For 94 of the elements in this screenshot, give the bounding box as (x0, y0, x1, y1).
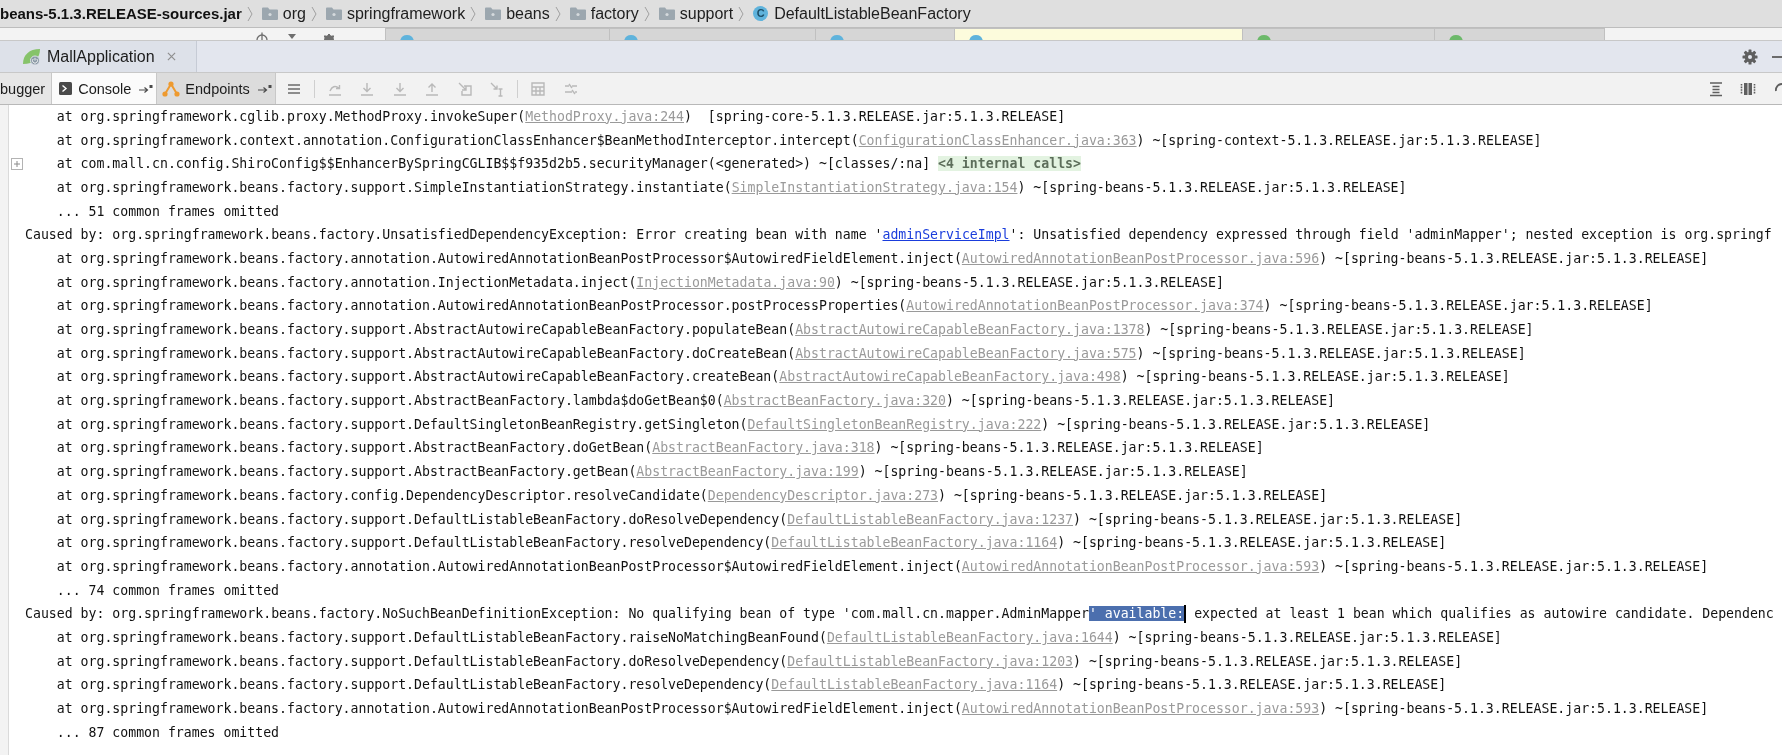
source-link[interactable]: AbstractAutowireCapableBeanFactory.java:575 (795, 345, 1137, 361)
run-tab[interactable]: MallApplication (0, 41, 197, 72)
console-line: ... 51 common frames omitted (56, 202, 280, 221)
source-link[interactable]: DefaultListableBeanFactory.java:1164 (771, 677, 1058, 693)
source-link[interactable]: InjectionMetadata.java:90 (636, 274, 835, 290)
breadcrumb-item[interactable]: support (679, 4, 734, 23)
folder-icon (658, 7, 675, 20)
source-link[interactable]: AbstractBeanFactory.java:199 (636, 464, 859, 480)
dropdown-arrow-icon[interactable] (288, 34, 296, 39)
console-line: Caused by: org.springframework.beans.factory.NoSuchBeanDefinitionException: No qualifying bean of type 'com.mall.cn.mapper.AdminMapper' available: expected at least 1 bean which qualifies as autowire candidate. Dependenc (25, 605, 1774, 624)
crosshair-icon[interactable] (256, 32, 268, 40)
chevron-icon (738, 5, 745, 22)
source-link[interactable]: DependencyDescriptor.java:273 (707, 487, 939, 503)
console-line: at org.springframework.beans.factory.support.AbstractBeanFactory.doGetBean(AbstractBeanFactory.java:318) ~[spring-beans-5.1.3.RELEASE.jar:5.1.3.RELEASE] (56, 439, 1264, 458)
tool-tab[interactable]: bugger (0, 73, 53, 104)
console-line: at org.springframework.beans.factory.support.DefaultListableBeanFactory.resolveDependency(DefaultListableBeanFactory.java:1164) ~[spring-beans-5.1.3.RELEASE.jar:5.1.3.RELEASE] (56, 534, 1447, 553)
source-link[interactable]: AutowiredAnnotationBeanPostProcessor.java:593 (961, 701, 1320, 717)
console-line: at org.springframework.beans.factory.support.AbstractBeanFactory.lambda$doGetBean$0(AbstractBeanFactory.java:320) ~[spring-beans-5.1.3.RELEASE.jar:5.1.3.RELEASE] (56, 392, 1336, 411)
console-line: at org.springframework.beans.factory.support.AbstractBeanFactory.getBean(AbstractBeanFactory.java:199) ~[spring-beans-5.1.3.RELEASE.jar:5.1.3.RELEASE] (56, 463, 1248, 482)
chevron-icon (246, 5, 253, 22)
lines-icon[interactable] (1708, 80, 1724, 97)
source-link[interactable]: ConfigurationClassEnhancer.java:363 (858, 132, 1137, 148)
console-line: at org.springframework.beans.factory.support.AbstractAutowireCapableBeanFactory.populateBean(AbstractAutowireCapableBeanFactory.java:1378) ~[spring-beans-5.1.3.RELEASE.jar:5.1.3.RELEASE] (56, 321, 1534, 340)
console-line: at org.springframework.cglib.proxy.MethodProxy.invokeSuper(MethodProxy.java:244) [spring-core-5.1.3.RELEASE.jar:5.1.3.RELEASE] (56, 107, 1066, 126)
chevron-icon (643, 5, 650, 22)
leaf-icon (22, 47, 42, 66)
source-link[interactable]: DefaultListableBeanFactory.java:1164 (771, 535, 1058, 551)
folder-icon (261, 7, 278, 20)
folder-icon (569, 7, 586, 20)
source-link[interactable]: AbstractBeanFactory.java:318 (652, 440, 875, 456)
editor-tab[interactable] (954, 28, 1242, 40)
breadcrumb-item[interactable]: org (282, 4, 306, 23)
class-icon: C (753, 6, 769, 21)
console-line: at org.springframework.beans.factory.support.DefaultListableBeanFactory.raiseNoMatchingBeanFound(DefaultListableBeanFactory.java:1644) ~[spring-beans-5.1.3.RELEASE.jar:5.1.3.RELEASE] (56, 628, 1502, 647)
editor-tab[interactable] (1434, 28, 1605, 40)
gear-icon[interactable] (323, 34, 335, 40)
bean-link[interactable]: adminServiceImpl (882, 227, 1010, 243)
console-line: at org.springframework.beans.factory.annotation.AutowiredAnnotationBeanPostProcessor$AutowiredFieldElement.inject(AutowiredAnnotationBeanPostProcessor.java:593) ~[spring-beans-5.1.3.RELEASE.jar:5.1.3.RELEASE] (56, 557, 1709, 576)
source-link[interactable]: DefaultListableBeanFactory.java:1237 (787, 511, 1074, 527)
console-line: at org.springframework.beans.factory.support.DefaultSingletonBeanRegistry.getSingleton(DefaultSingletonBeanRegistry.java:222) ~[spring-beans-5.1.3.RELEASE.jar:5.1.3.RELEASE] (56, 415, 1431, 434)
editor-tab[interactable] (609, 28, 815, 40)
source-link[interactable]: DefaultListableBeanFactory.java:1644 (826, 629, 1113, 645)
console-line: at org.springframework.beans.factory.annotation.InjectionMetadata.inject(InjectionMetadata.java:90) ~[spring-beans-5.1.3.RELEASE.jar:5.1.3.RELEASE] (56, 273, 1224, 292)
source-link[interactable]: AutowiredAnnotationBeanPostProcessor.java:593 (961, 558, 1320, 574)
console-line: at org.springframework.beans.factory.support.AbstractAutowireCapableBeanFactory.doCreateBean(AbstractAutowireCapableBeanFactory.java:575) ~[spring-beans-5.1.3.RELEASE.jar:5.1.3.RELEASE] (56, 344, 1526, 363)
nodes-icon (162, 80, 181, 97)
console-line: ... 74 common frames omitted (56, 581, 280, 600)
console-line: at org.springframework.beans.factory.support.DefaultListableBeanFactory.doResolveDependency(DefaultListableBeanFactory.java:1203) ~[spring-beans-5.1.3.RELEASE.jar:5.1.3.RELEASE] (56, 652, 1463, 671)
console-line: at org.springframework.beans.factory.annotation.AutowiredAnnotationBeanPostProcessor$AutowiredFieldElement.inject(AutowiredAnnotationBeanPostProcessor.java:593) ~[spring-beans-5.1.3.RELEASE.jar:5.1.3.RELEASE] (56, 700, 1709, 719)
source-link[interactable]: AbstractBeanFactory.java:320 (723, 393, 946, 409)
console-line: at org.springframework.beans.factory.support.AbstractAutowireCapableBeanFactory.createBean(AbstractAutowireCapableBeanFactory.java:498) ~[spring-beans-5.1.3.RELEASE.jar:5.1.3.RELEASE] (56, 368, 1510, 387)
source-link[interactable]: DefaultSingletonBeanRegistry.java:222 (747, 416, 1042, 432)
chevron-icon (470, 5, 477, 22)
settings-icon[interactable] (1742, 48, 1758, 65)
chevron-icon (554, 5, 561, 22)
expand-icon[interactable] (11, 158, 23, 171)
console-line: Caused by: org.springframework.beans.factory.UnsatisfiedDependencyException: Error creating bean with name 'adminServiceImpl': Unsatisfied dependency expressed through field 'adminMapper'; nested exception is org.springf (25, 226, 1772, 245)
console-line: at org.springframework.beans.factory.support.DefaultListableBeanFactory.doResolveDependency(DefaultListableBeanFactory.java:1237) ~[spring-beans-5.1.3.RELEASE.jar:5.1.3.RELEASE] (56, 510, 1463, 529)
editor-tab[interactable] (1242, 28, 1434, 40)
internal-calls-link[interactable]: <4 internal calls> (938, 156, 1081, 172)
tool-tab[interactable]: Console (52, 73, 158, 104)
source-link[interactable]: SimpleInstantiationStrategy.java:154 (731, 179, 1018, 195)
arrow-square-icon[interactable] (257, 83, 272, 94)
console-line: at org.springframework.beans.factory.annotation.AutowiredAnnotationBeanPostProcessor.postProcessProperties(AutowiredAnnotationBeanPostProcessor.java:374) ~[spring-beans-5.1.3.RELEASE.jar:5.1.3.RELEASE] (56, 297, 1653, 316)
source-link[interactable]: DefaultListableBeanFactory.java:1203 (787, 653, 1074, 669)
console-line: at org.springframework.context.annotation.ConfigurationClassEnhancer$BeanMethodInterceptor.intercept(ConfigurationClassEnhancer.java:363) ~[spring-context-5.1.3.RELEASE.jar:5.1.3.RELEASE] (56, 131, 1542, 150)
source-link[interactable]: AutowiredAnnotationBeanPostProcessor.java:596 (961, 250, 1320, 266)
breadcrumb-item[interactable]: springframework (346, 4, 466, 23)
chip-icon[interactable] (1740, 80, 1756, 97)
console-line: at org.springframework.beans.factory.support.SimpleInstantiationStrategy.instantiate(SimpleInstantiationStrategy.java:154) ~[spring-beans-5.1.3.RELEASE.jar:5.1.3.RELEASE] (56, 178, 1407, 197)
editor-tab[interactable] (815, 28, 954, 40)
editor-tab[interactable] (385, 28, 609, 40)
source-link[interactable]: MethodProxy.java:244 (525, 108, 684, 124)
console-icon (59, 82, 73, 95)
selected-text: ' available: (1088, 606, 1185, 622)
console-line: at org.springframework.beans.factory.support.DefaultListableBeanFactory.resolveDependency(DefaultListableBeanFactory.java:1164) ~[spring-beans-5.1.3.RELEASE.jar:5.1.3.RELEASE] (56, 676, 1447, 695)
breadcrumb-item[interactable]: beans-5.1.3.RELEASE-sources.jar (0, 5, 242, 22)
chevron-icon (310, 5, 317, 22)
breadcrumb-item[interactable]: beans (506, 4, 550, 23)
console-line: at org.springframework.beans.factory.config.DependencyDescriptor.resolveCandidate(DependencyDescriptor.java:273) ~[spring-beans-5.1.3.RELEASE.jar:5.1.3.RELEASE] (56, 486, 1328, 505)
breadcrumb-item[interactable]: factory (590, 4, 639, 23)
console-line: ... 87 common frames omitted (56, 723, 280, 742)
folder-icon (325, 7, 342, 20)
arrow-square-icon[interactable] (139, 83, 154, 94)
console-line: at com.mall.cn.config.ShiroConfig$$EnhancerBySpringCGLIB$$f935d2b5.securityManager(<generated>) ~[classes/:na] <4 internal calls> (56, 155, 1081, 174)
folder-icon (485, 7, 502, 20)
console-line: at org.springframework.beans.factory.annotation.AutowiredAnnotationBeanPostProcessor$AutowiredFieldElement.inject(AutowiredAnnotationBeanPostProcessor.java:596) ~[spring-beans-5.1.3.RELEASE.jar:5.1.3.RELEASE] (56, 249, 1709, 268)
close-icon[interactable] (166, 52, 176, 61)
source-link[interactable]: AutowiredAnnotationBeanPostProcessor.java:374 (906, 298, 1264, 314)
source-link[interactable]: AbstractAutowireCapableBeanFactory.java:1378 (795, 322, 1145, 338)
source-link[interactable]: AbstractAutowireCapableBeanFactory.java:498 (779, 369, 1121, 385)
text-cursor-icon (1184, 605, 1187, 624)
breadcrumb-item[interactable]: DefaultListableBeanFactory (774, 4, 971, 23)
tool-tab[interactable]: Endpoints (157, 73, 276, 104)
